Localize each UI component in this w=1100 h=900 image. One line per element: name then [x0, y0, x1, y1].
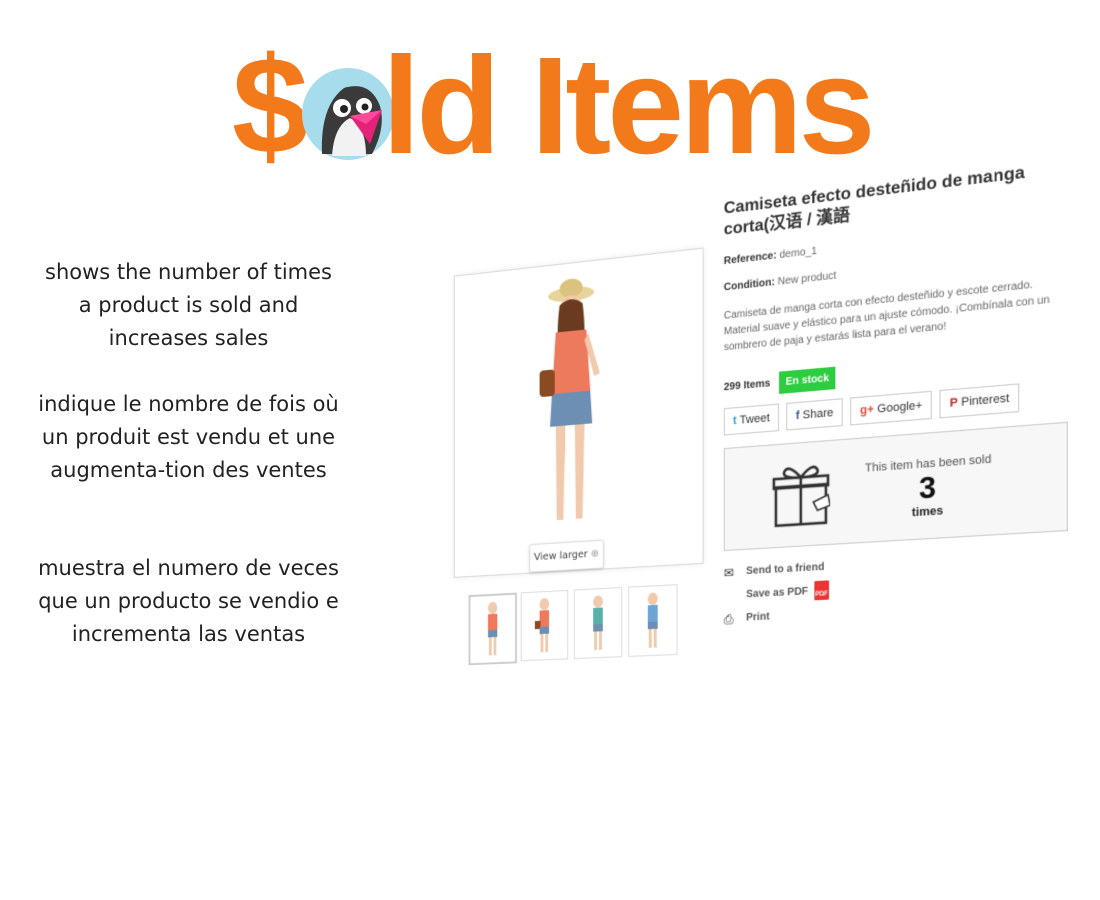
thumbnail-3[interactable]: [574, 587, 622, 659]
sold-unit: times: [847, 500, 1010, 523]
pinterest-icon: P: [950, 396, 958, 410]
thumbnail-1[interactable]: [469, 593, 517, 666]
banner-dollar: $: [232, 36, 305, 176]
product-info: Camiseta efecto desteñido de manga corta…: [724, 157, 1068, 631]
print-link[interactable]: ⎙ Print: [724, 591, 1068, 631]
product-actions: ✉ Send to a friend Save as PDF PDF ⎙ Pri…: [724, 542, 1068, 631]
items-count: 299 Items: [724, 378, 771, 394]
pdf-icon: PDF: [814, 581, 829, 601]
product-main-image[interactable]: View larger ⊕: [454, 248, 704, 578]
sold-count: 3: [847, 465, 1010, 511]
blurb-spanish: muestra el numero de veces que un produc…: [36, 552, 341, 651]
product-page-mockup: View larger ⊕ Camiseta efecto desteñido …: [452, 232, 1072, 712]
blurb-french: indique le nombre de fois où un produit …: [36, 388, 341, 487]
google-plus-icon: g+: [860, 403, 874, 417]
stock-badge: En stock: [779, 367, 835, 394]
banner-logo: $ ld Items: [232, 36, 872, 176]
thumbnail-4[interactable]: [628, 584, 677, 657]
envelope-icon: ✉: [724, 561, 734, 585]
sold-label: This item has been sold: [847, 452, 1010, 477]
blurb-english: shows the number of times a product is s…: [36, 256, 341, 355]
thumbnail-strip: [469, 583, 700, 665]
facebook-share-button[interactable]: f Share: [786, 398, 843, 430]
tweet-button[interactable]: t Tweet: [724, 404, 779, 436]
model-figure-image: [455, 249, 703, 577]
facebook-icon: f: [796, 409, 800, 422]
printer-icon: ⎙: [724, 607, 734, 631]
pinterest-button[interactable]: P Pinterest: [940, 383, 1020, 418]
thumbnail-2[interactable]: [521, 590, 568, 661]
twitter-icon: t: [733, 414, 737, 427]
sold-counter: This item has been sold 3 times: [847, 452, 1010, 524]
send-to-friend-link[interactable]: ✉ Send to a friend: [724, 542, 1068, 585]
banner-title: ld Items: [382, 36, 871, 176]
sold-items-box: This item has been sold 3 times: [724, 422, 1068, 551]
save-as-pdf-link[interactable]: Save as PDF PDF: [724, 567, 1068, 608]
gift-icon: [772, 460, 830, 528]
google-plus-button[interactable]: g+ Google+: [850, 391, 932, 426]
